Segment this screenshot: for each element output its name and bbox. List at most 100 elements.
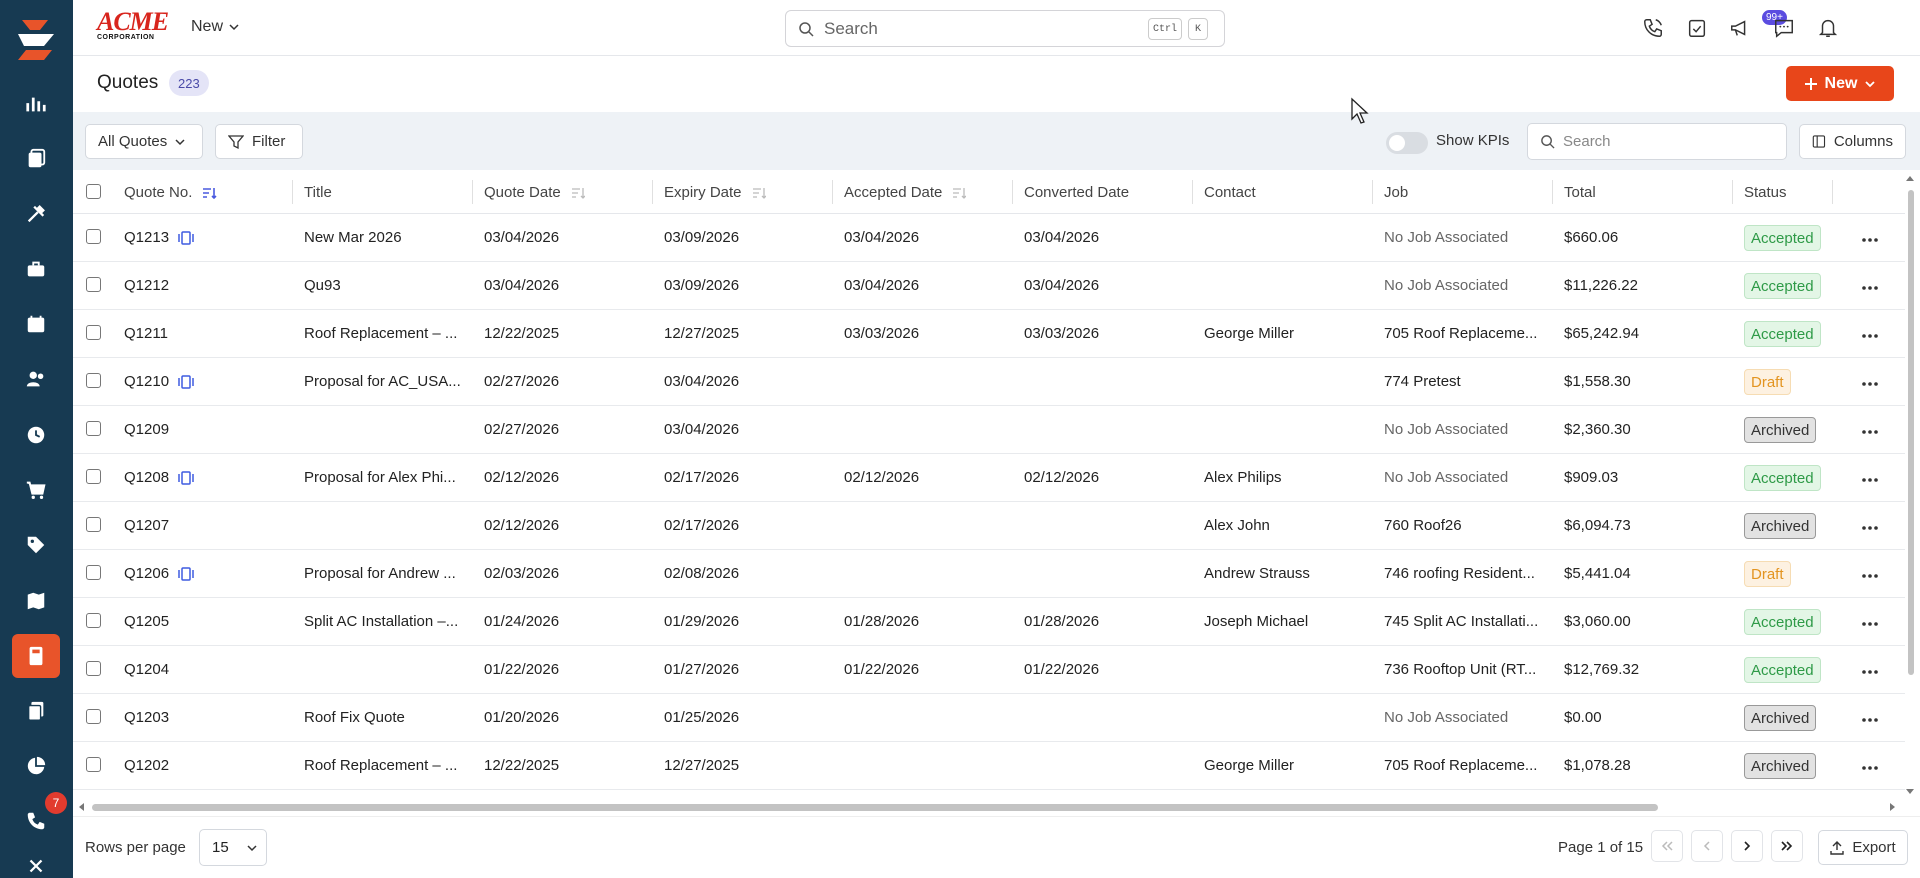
sidebar-item-calculator[interactable]	[12, 634, 60, 678]
column-header-accepted-date[interactable]: Accepted Date	[844, 184, 967, 201]
row-checkbox[interactable]	[86, 661, 101, 676]
row-actions-menu[interactable]	[1862, 709, 1878, 723]
cell-job[interactable]: No Job Associated	[1384, 229, 1508, 246]
cell-job[interactable]: No Job Associated	[1384, 709, 1508, 726]
cell-no[interactable]: Q1207	[124, 517, 169, 534]
table-row[interactable]: Q1213 New Mar 2026 03/04/2026 03/09/2026 03/…	[73, 214, 1905, 262]
cell-job[interactable]: 705 Roof Replaceme...	[1384, 325, 1537, 342]
table-search-input[interactable]	[1563, 133, 1763, 150]
row-actions-menu[interactable]	[1862, 661, 1878, 675]
row-checkbox[interactable]	[86, 757, 101, 772]
sort-icon[interactable]	[571, 187, 585, 199]
view-select[interactable]: All Quotes	[85, 124, 203, 159]
sidebar-item-dashboard[interactable]	[12, 82, 60, 126]
table-row[interactable]: Q1202 Roof Replacement – ... 12/22/2025 12/…	[73, 742, 1905, 790]
column-header-total[interactable]: Total	[1564, 184, 1596, 201]
row-actions-menu[interactable]	[1862, 229, 1878, 243]
column-divider[interactable]	[1372, 180, 1373, 204]
column-header-contact[interactable]: Contact	[1204, 184, 1256, 201]
sidebar-item-users[interactable]	[12, 357, 60, 401]
column-header-status[interactable]: Status	[1744, 184, 1787, 201]
sort-icon[interactable]	[752, 187, 766, 199]
row-checkbox[interactable]	[86, 421, 101, 436]
row-actions-menu[interactable]	[1862, 277, 1878, 291]
sidebar-item-documents[interactable]	[12, 689, 60, 733]
row-actions-menu[interactable]	[1862, 757, 1878, 771]
scroll-left-icon[interactable]	[77, 802, 85, 812]
row-checkbox[interactable]	[86, 373, 101, 388]
row-actions-menu[interactable]	[1862, 565, 1878, 579]
column-divider[interactable]	[1732, 180, 1733, 204]
global-search[interactable]: Ctrl K	[785, 10, 1225, 47]
table-row[interactable]: Q1211 Roof Replacement – ... 12/22/2025 12/…	[73, 310, 1905, 358]
view-quote-icon[interactable]	[177, 375, 195, 389]
column-divider[interactable]	[1192, 180, 1193, 204]
export-button[interactable]: Export	[1818, 830, 1908, 865]
row-actions-menu[interactable]	[1862, 325, 1878, 339]
cell-contact[interactable]: Alex John	[1204, 517, 1270, 534]
cell-no[interactable]: Q1208	[124, 469, 195, 486]
rows-per-page-select[interactable]: 15	[199, 829, 267, 866]
sidebar-item-calendar[interactable]	[12, 302, 60, 346]
sidebar-item-reports[interactable]	[12, 137, 60, 181]
table-row[interactable]: Q1209 02/27/2026 03/04/2026 No Job Associat…	[73, 406, 1905, 454]
view-quote-icon[interactable]	[177, 231, 195, 245]
cell-contact[interactable]: Andrew Strauss	[1204, 565, 1310, 582]
phone-call-icon[interactable]	[1639, 14, 1667, 42]
row-actions-menu[interactable]	[1862, 421, 1878, 435]
scroll-up-icon[interactable]	[1905, 174, 1915, 182]
column-divider[interactable]	[832, 180, 833, 204]
cell-contact[interactable]: George Miller	[1204, 757, 1294, 774]
global-search-input[interactable]	[824, 18, 1144, 39]
chat-icon[interactable]	[1770, 14, 1798, 42]
sidebar-item-map[interactable]	[12, 579, 60, 623]
row-checkbox[interactable]	[86, 613, 101, 628]
first-page-button[interactable]	[1651, 830, 1683, 862]
cell-contact[interactable]: Joseph Michael	[1204, 613, 1308, 630]
row-actions-menu[interactable]	[1862, 517, 1878, 531]
view-quote-icon[interactable]	[177, 471, 195, 485]
cell-contact[interactable]: Alex Philips	[1204, 469, 1282, 486]
table-row[interactable]: Q1204 01/22/2026 01/27/2026 01/22/2026 01/22…	[73, 646, 1905, 694]
megaphone-icon[interactable]	[1726, 14, 1754, 42]
row-checkbox[interactable]	[86, 325, 101, 340]
row-checkbox[interactable]	[86, 709, 101, 724]
bell-icon[interactable]	[1814, 14, 1842, 42]
column-header-converted-date[interactable]: Converted Date	[1024, 184, 1129, 201]
cell-no[interactable]: Q1204	[124, 661, 169, 678]
cell-no[interactable]: Q1209	[124, 421, 169, 438]
cell-no[interactable]: Q1206	[124, 565, 195, 582]
filter-button[interactable]: Filter	[215, 124, 303, 159]
sort-desc-icon[interactable]	[202, 187, 218, 199]
sidebar-item-tag[interactable]	[12, 523, 60, 567]
cell-job[interactable]: 736 Rooftop Unit (RT...	[1384, 661, 1536, 678]
sidebar-item-pie-chart[interactable]	[12, 744, 60, 788]
cell-no[interactable]: Q1212	[124, 277, 169, 294]
cell-job[interactable]: No Job Associated	[1384, 421, 1508, 438]
cell-job[interactable]: 745 Split AC Installati...	[1384, 613, 1538, 630]
cell-job[interactable]: 705 Roof Replaceme...	[1384, 757, 1537, 774]
sidebar-item-cart[interactable]	[12, 468, 60, 512]
table-search[interactable]	[1527, 123, 1787, 160]
vertical-scrollbar[interactable]	[1908, 190, 1914, 675]
tasks-icon[interactable]	[1683, 14, 1711, 42]
sidebar-item-clock[interactable]	[12, 413, 60, 457]
cell-job[interactable]: 760 Roof26	[1384, 517, 1462, 534]
column-header-expiry-date[interactable]: Expiry Date	[664, 184, 766, 201]
horizontal-scrollbar[interactable]	[92, 804, 1658, 811]
cell-no[interactable]: Q1210	[124, 373, 195, 390]
sidebar-item-briefcase[interactable]	[12, 247, 60, 291]
cell-job[interactable]: No Job Associated	[1384, 469, 1508, 486]
column-divider[interactable]	[1012, 180, 1013, 204]
column-divider[interactable]	[1832, 180, 1833, 204]
next-page-button[interactable]	[1731, 830, 1763, 862]
row-checkbox[interactable]	[86, 565, 101, 580]
column-header-title[interactable]: Title	[304, 184, 332, 201]
cell-contact[interactable]: George Miller	[1204, 325, 1294, 342]
table-row[interactable]: Q1203 Roof Fix Quote 01/20/2026 01/25/2026 N…	[73, 694, 1905, 742]
last-page-button[interactable]	[1771, 830, 1803, 862]
column-divider[interactable]	[1552, 180, 1553, 204]
show-kpis-toggle[interactable]	[1386, 132, 1428, 154]
column-header-quote-date[interactable]: Quote Date	[484, 184, 585, 201]
company-logo[interactable]: ACME CORPORATION	[97, 9, 169, 42]
